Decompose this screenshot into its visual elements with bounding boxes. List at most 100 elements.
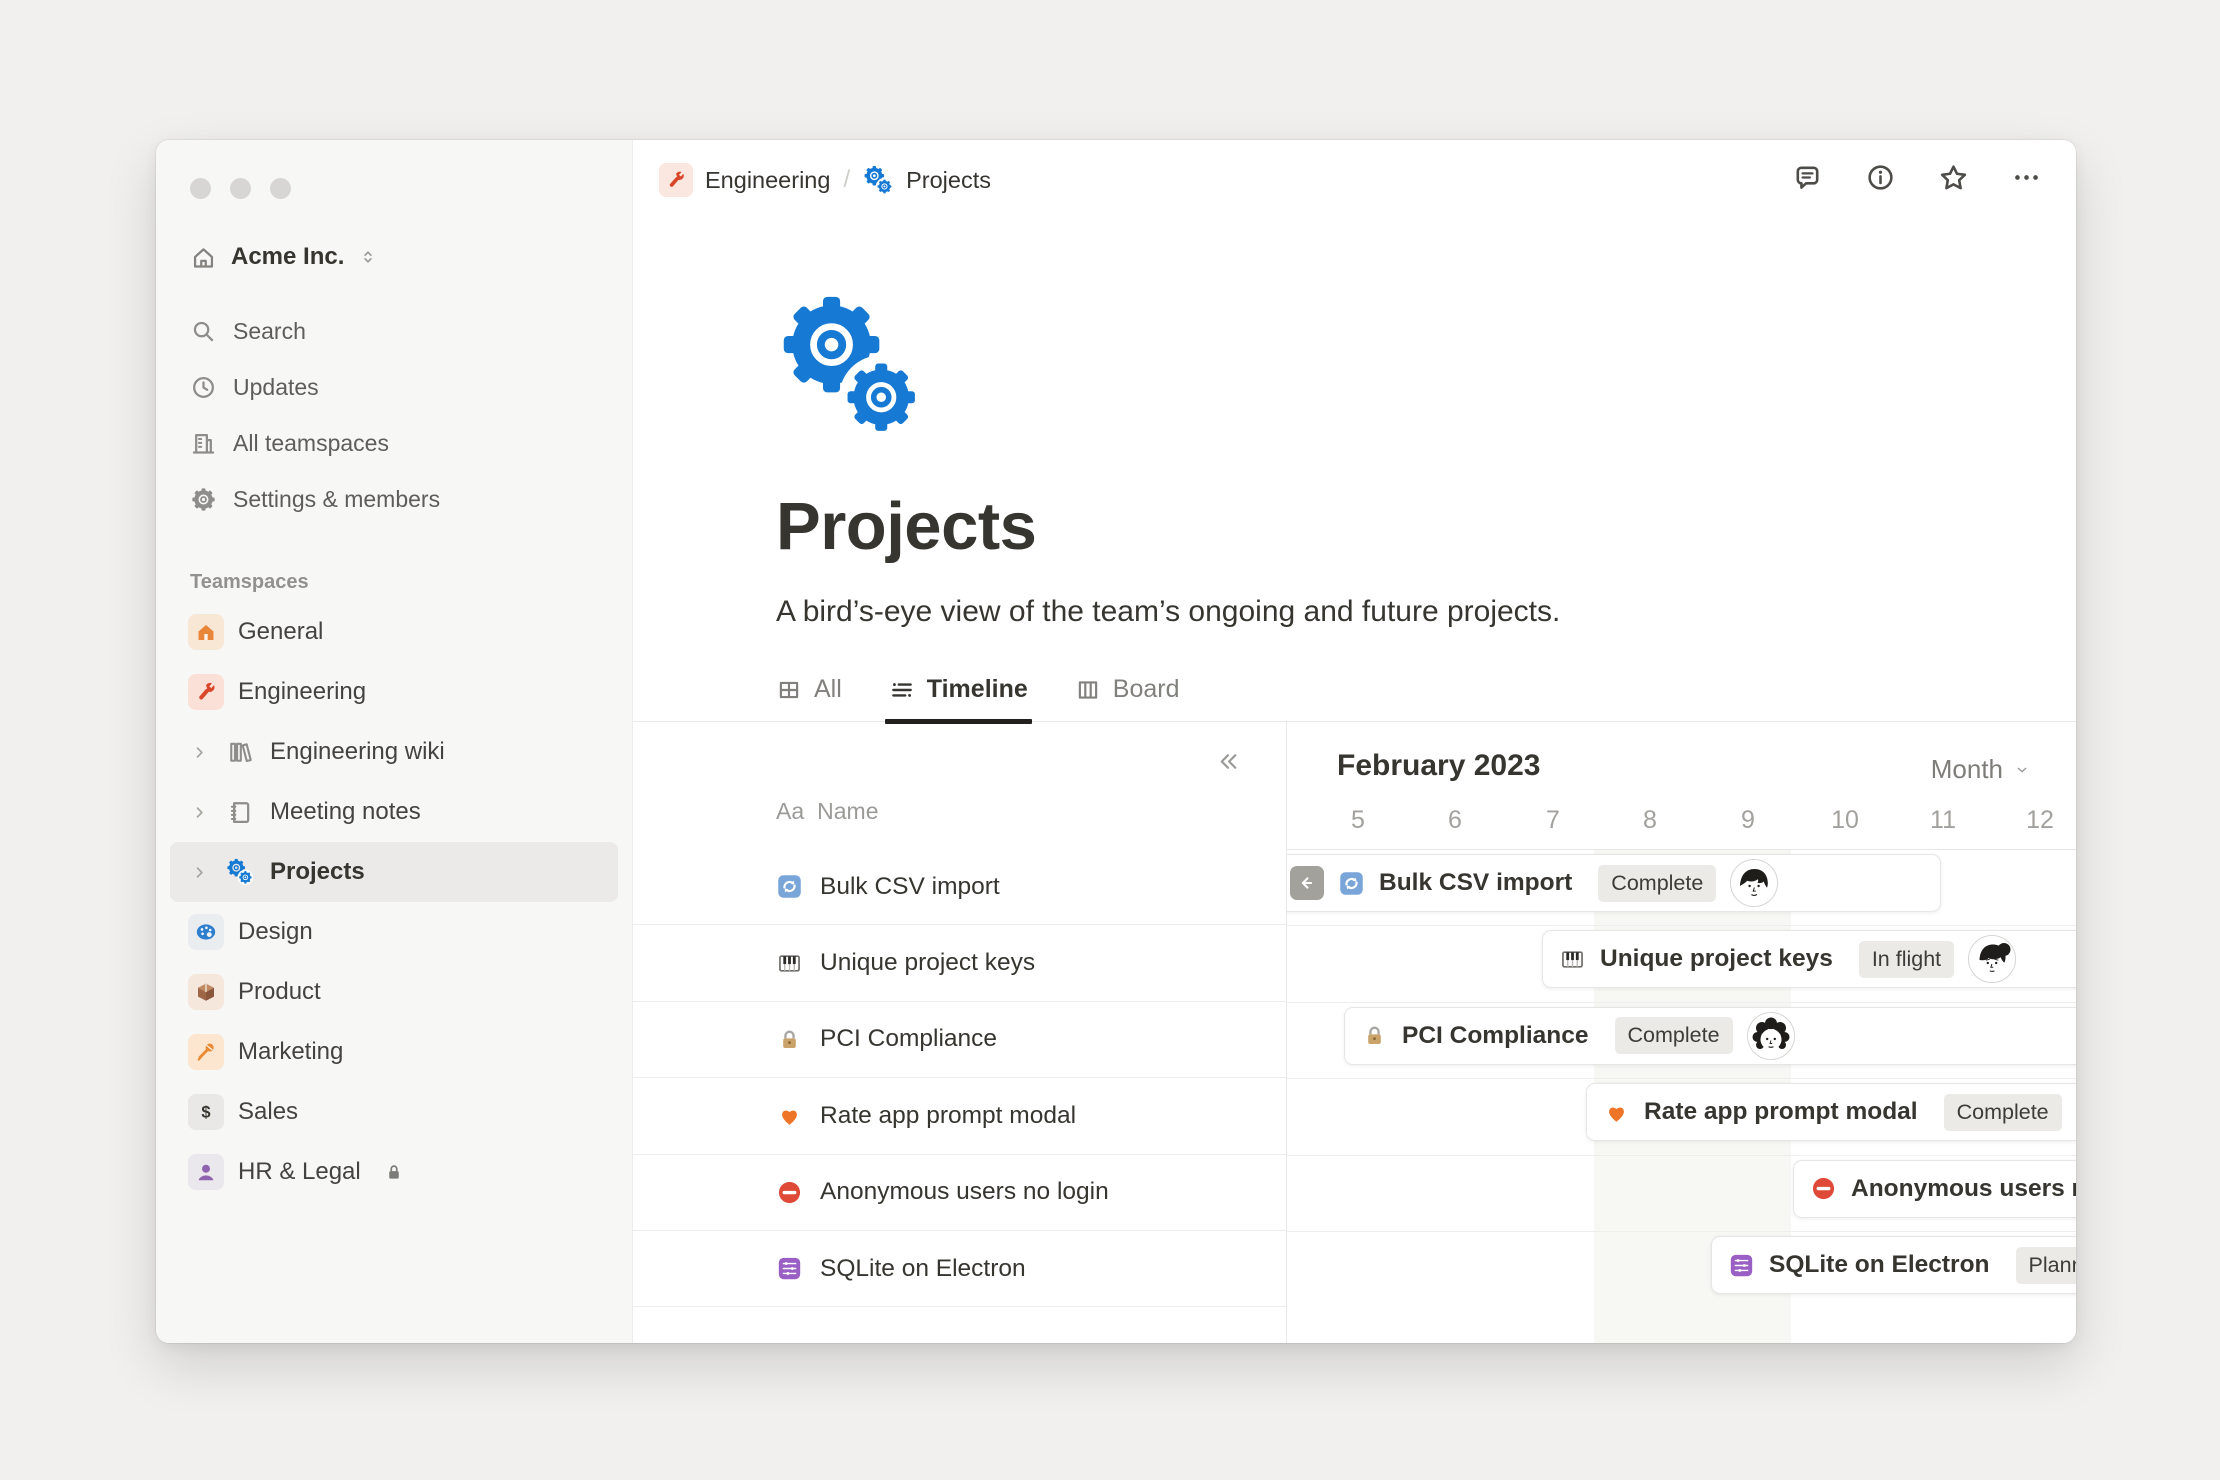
- comments-button[interactable]: [1792, 162, 1823, 198]
- table-row[interactable]: SQLite on Electron: [633, 1231, 1286, 1307]
- abacus-icon: [776, 1255, 803, 1282]
- timeline-zoom-select[interactable]: Month: [1931, 754, 2030, 785]
- svg-text:$: $: [201, 1103, 210, 1121]
- sidebar-item-projects[interactable]: Projects: [170, 842, 618, 902]
- abacus-icon: [1728, 1252, 1755, 1279]
- board-view-icon: [1075, 677, 1101, 703]
- bar-name: Anonymous users no login: [1851, 1175, 2076, 1203]
- tab-board[interactable]: Board: [1075, 675, 1180, 721]
- wrench-icon: [188, 674, 224, 710]
- main-area: Engineering / Projects Projects A bird’s…: [633, 140, 2076, 1343]
- timeline-bar[interactable]: SQLite on ElectronPlanned: [1711, 1236, 2076, 1294]
- scroll-to-bar-button[interactable]: [1290, 866, 1324, 900]
- timeline-bar[interactable]: Unique project keysIn flight: [1542, 930, 2076, 988]
- piano-icon: [776, 950, 803, 977]
- minimize-window-button[interactable]: [230, 178, 251, 199]
- timeline-bar[interactable]: PCI Compliance Complete: [1344, 1007, 2076, 1065]
- property-type-label: Aa: [776, 798, 804, 825]
- close-window-button[interactable]: [190, 178, 211, 199]
- sidebar-item-label: All teamspaces: [233, 430, 389, 457]
- table-row[interactable]: Unique project keys: [633, 925, 1286, 1001]
- name-header-label: Name: [817, 798, 878, 825]
- info-button[interactable]: [1865, 162, 1896, 198]
- more-button[interactable]: [2011, 162, 2042, 198]
- sidebar-item-meeting-notes[interactable]: Meeting notes: [170, 782, 618, 842]
- sidebar-item-engineering-wiki[interactable]: Engineering wiki: [170, 722, 618, 782]
- sidebar-item-marketing[interactable]: Marketing: [170, 1022, 618, 1082]
- sidebar: Acme Inc. Search Updates All teamspaces …: [156, 140, 633, 1343]
- chevron-right-icon[interactable]: [188, 803, 210, 822]
- bar-name: PCI Compliance: [1402, 1022, 1589, 1050]
- sidebar-nav: Search Updates All teamspaces Settings &…: [156, 303, 632, 527]
- table-row[interactable]: Bulk CSV import: [633, 849, 1286, 925]
- package-icon: [188, 974, 224, 1010]
- sync-icon: [776, 873, 803, 900]
- gears-icon: [224, 858, 256, 886]
- timeline-month-label: February 2023: [1337, 749, 1540, 783]
- bar-name: Unique project keys: [1600, 945, 1833, 973]
- sidebar-item-updates[interactable]: Updates: [156, 359, 632, 415]
- status-badge: Complete: [1615, 1017, 1733, 1054]
- day-tick-label: 7: [1531, 806, 1575, 835]
- breadcrumb-separator: /: [843, 166, 850, 194]
- workspace-switcher[interactable]: Acme Inc.: [188, 233, 618, 281]
- page-gears-icon[interactable]: [776, 292, 934, 442]
- teamspace-label: Product: [238, 978, 321, 1006]
- page-title: Projects: [776, 488, 2076, 565]
- table-view-icon: [776, 677, 802, 703]
- sidebar-item-hr-legal[interactable]: HR & Legal: [170, 1142, 618, 1202]
- tab-all[interactable]: All: [776, 675, 842, 721]
- clock-icon: [190, 374, 217, 401]
- timeline-bar[interactable]: Bulk CSV import Complete: [1287, 854, 1941, 912]
- name-column-header[interactable]: Aa Name: [776, 798, 879, 825]
- sidebar-item-general[interactable]: General: [170, 602, 618, 662]
- dollar-icon: $: [188, 1094, 224, 1130]
- piano-icon: [1559, 946, 1586, 973]
- bar-name: Bulk CSV import: [1379, 869, 1572, 897]
- sidebar-item-settings-members[interactable]: Settings & members: [156, 471, 632, 527]
- zoom-window-button[interactable]: [270, 178, 291, 199]
- palette-icon: [188, 914, 224, 950]
- search-icon: [190, 318, 217, 345]
- row-name: Unique project keys: [820, 949, 1035, 977]
- chevron-right-icon[interactable]: [188, 863, 210, 882]
- timeline-bar[interactable]: Anonymous users no login: [1793, 1160, 2076, 1218]
- sidebar-item-engineering[interactable]: Engineering: [170, 662, 618, 722]
- teamspace-label: Projects: [270, 858, 365, 886]
- breadcrumb-item-projects[interactable]: Projects: [863, 165, 991, 196]
- day-tick-label: 12: [2018, 806, 2062, 835]
- breadcrumb-item-engineering[interactable]: Engineering: [659, 163, 830, 197]
- sidebar-item-design[interactable]: Design: [170, 902, 618, 962]
- status-badge: Complete: [1598, 865, 1716, 902]
- assignee-avatar: [1730, 859, 1778, 907]
- table-row[interactable]: Anonymous users no login: [633, 1155, 1286, 1231]
- chevron-right-icon[interactable]: [188, 743, 210, 762]
- sidebar-item-all-teamspaces[interactable]: All teamspaces: [156, 415, 632, 471]
- day-tick-label: 8: [1628, 806, 1672, 835]
- day-tick-label: 11: [1921, 806, 1965, 835]
- row-divider: [1287, 925, 2076, 926]
- gears-icon: [863, 165, 894, 196]
- view-tabs: All Timeline Board: [633, 629, 2076, 722]
- collapse-panel-button[interactable]: [1215, 748, 1242, 780]
- tab-timeline[interactable]: Timeline: [889, 675, 1028, 721]
- wrench-icon: [659, 163, 693, 197]
- name-column: Aa Name Bulk CSV import Unique project k…: [633, 722, 1287, 1343]
- sidebar-item-label: Search: [233, 318, 306, 345]
- row-divider: [1287, 1078, 2076, 1079]
- sidebar-item-search[interactable]: Search: [156, 303, 632, 359]
- sidebar-item-product[interactable]: Product: [170, 962, 618, 1022]
- table-row[interactable]: PCI Compliance: [633, 1002, 1286, 1078]
- assignee-avatar: [1747, 1012, 1795, 1060]
- favorite-button[interactable]: [1938, 162, 1969, 198]
- status-badge: Complete: [1944, 1094, 2062, 1131]
- person-icon: [188, 1154, 224, 1190]
- sidebar-item-sales[interactable]: $Sales: [170, 1082, 618, 1142]
- teamspace-label: HR & Legal: [238, 1158, 361, 1186]
- timeline-bar[interactable]: Rate app prompt modalComplete: [1586, 1083, 2076, 1141]
- table-row[interactable]: Rate app prompt modal: [633, 1078, 1286, 1154]
- row-name: Bulk CSV import: [820, 873, 1000, 901]
- teamspace-label: General: [238, 618, 323, 646]
- lock-icon: [776, 1026, 803, 1053]
- info-icon: [1865, 162, 1896, 198]
